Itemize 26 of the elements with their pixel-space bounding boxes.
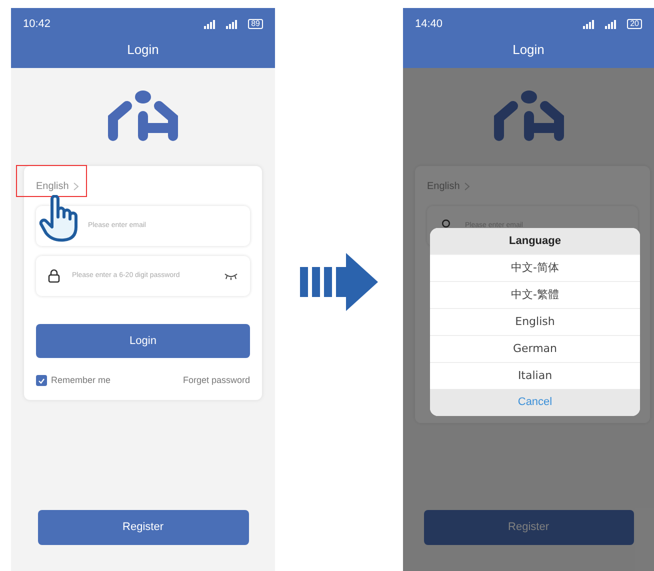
battery-indicator: 20 xyxy=(627,19,642,29)
cancel-button[interactable]: Cancel xyxy=(430,389,640,416)
language-selector[interactable]: English xyxy=(36,178,69,194)
language-option[interactable]: German xyxy=(430,335,640,362)
logo-icon xyxy=(105,88,181,142)
forget-password-link[interactable]: Forget password xyxy=(182,374,250,388)
chevron-icon xyxy=(72,182,79,190)
language-option[interactable]: 中文-繁體 xyxy=(430,281,640,308)
eye-closed-icon[interactable] xyxy=(224,272,238,280)
lock-icon xyxy=(48,269,60,283)
remember-label: Remember me xyxy=(51,374,111,387)
remember-checkbox[interactable] xyxy=(36,375,47,386)
login-button[interactable]: Login xyxy=(36,324,250,358)
dialog-title: Language xyxy=(509,234,561,249)
battery-indicator: 89 xyxy=(248,19,263,29)
status-time: 10:42 xyxy=(23,16,51,32)
screen-title: Login xyxy=(512,41,544,59)
chevron-icon xyxy=(464,182,470,190)
register-button[interactable]: Register xyxy=(424,510,634,545)
language-option[interactable]: 中文-简体 xyxy=(430,254,640,281)
arrow-icon xyxy=(300,252,378,310)
language-option[interactable]: English xyxy=(430,308,640,335)
screen-title: Login xyxy=(127,41,159,59)
language-selector[interactable]: English xyxy=(427,178,460,194)
status-time: 14:40 xyxy=(415,16,443,32)
register-button[interactable]: Register xyxy=(38,510,248,545)
